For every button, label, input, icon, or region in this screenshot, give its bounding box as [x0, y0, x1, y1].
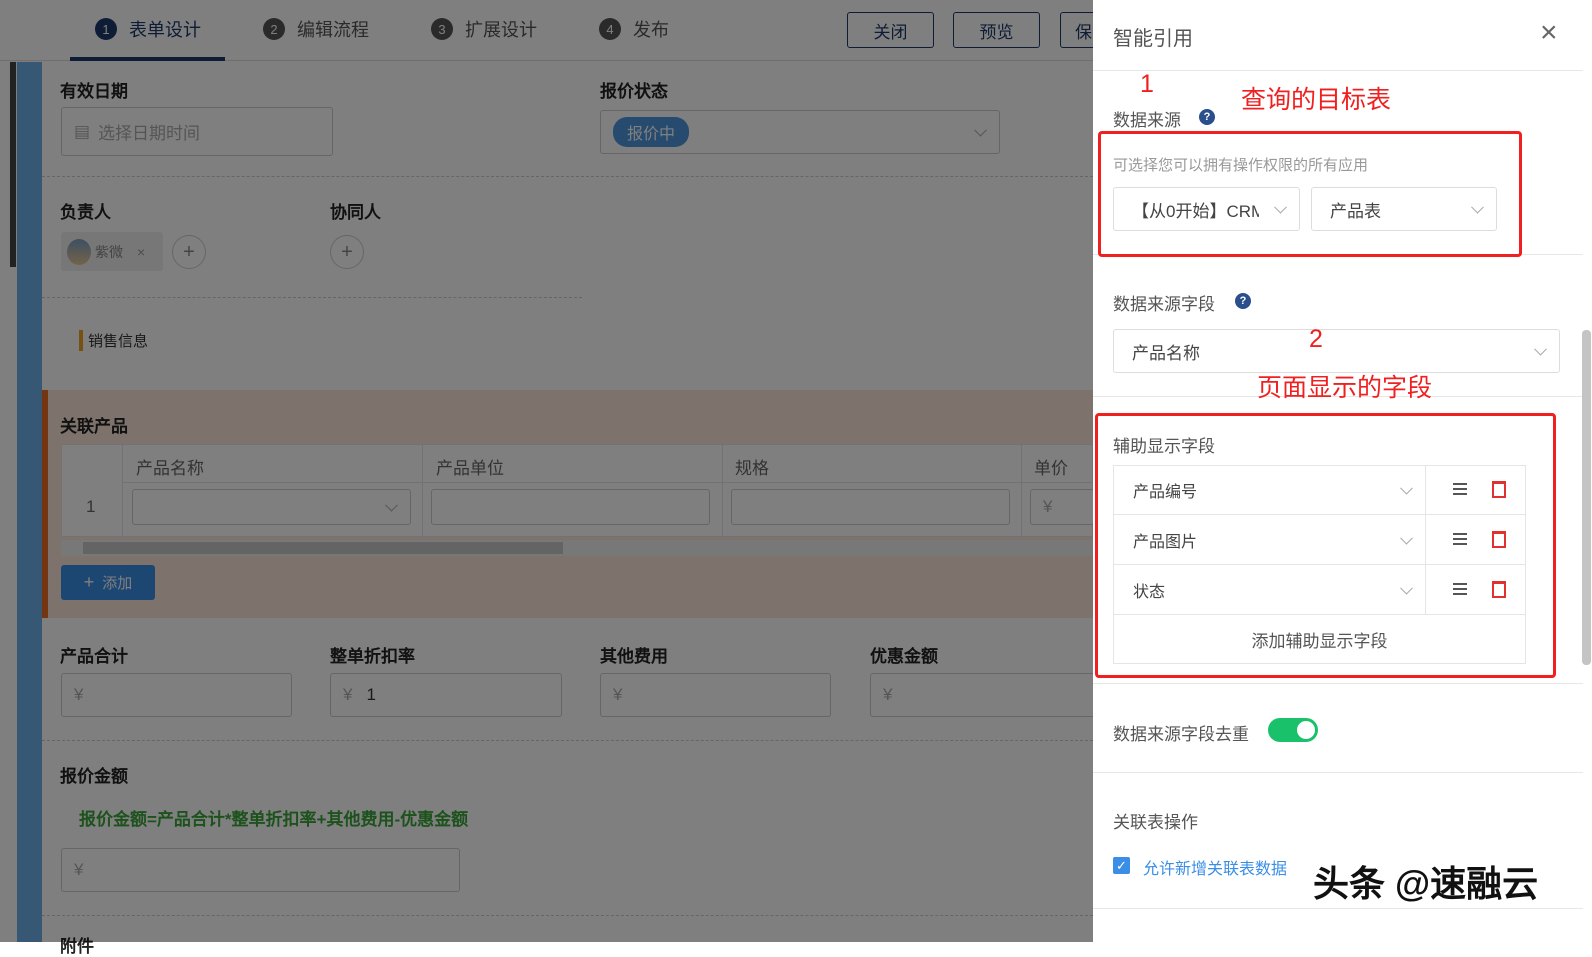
close-icon[interactable]: ×	[1540, 18, 1558, 48]
source-field-select[interactable]: 产品名称	[1113, 329, 1560, 373]
divider	[1093, 908, 1583, 909]
panel-scrollbar[interactable]	[1582, 330, 1591, 665]
modal-overlay[interactable]	[0, 0, 1093, 942]
annotation-text-2: 页面显示的字段	[1257, 374, 1433, 402]
watermark: 头条 @速融云	[1313, 863, 1539, 904]
annotation-box-1	[1098, 131, 1522, 257]
divider	[1093, 683, 1583, 684]
chevron-down-icon	[1534, 342, 1547, 356]
divider	[1093, 70, 1583, 71]
annotation-text-1: 查询的目标表	[1241, 86, 1392, 114]
source-field-value: 产品名称	[1132, 343, 1200, 363]
annotation-number-1: 1	[1140, 70, 1154, 98]
annotation-box-2	[1095, 413, 1556, 678]
allow-add-checkbox[interactable]: ✓	[1113, 857, 1130, 874]
dedupe-label: 数据来源字段去重	[1113, 725, 1249, 744]
allow-add-label[interactable]: 允许新增关联表数据	[1143, 855, 1287, 879]
panel-title: 智能引用	[1113, 28, 1193, 50]
help-icon[interactable]: ?	[1235, 293, 1251, 309]
annotation-number-2: 2	[1309, 325, 1323, 353]
help-icon[interactable]: ?	[1199, 109, 1215, 125]
divider	[1093, 772, 1583, 773]
source-field-label: 数据来源字段	[1113, 295, 1215, 314]
related-ops-label: 关联表操作	[1113, 813, 1198, 832]
data-source-label: 数据来源	[1113, 111, 1181, 130]
dedupe-toggle[interactable]	[1268, 718, 1318, 742]
